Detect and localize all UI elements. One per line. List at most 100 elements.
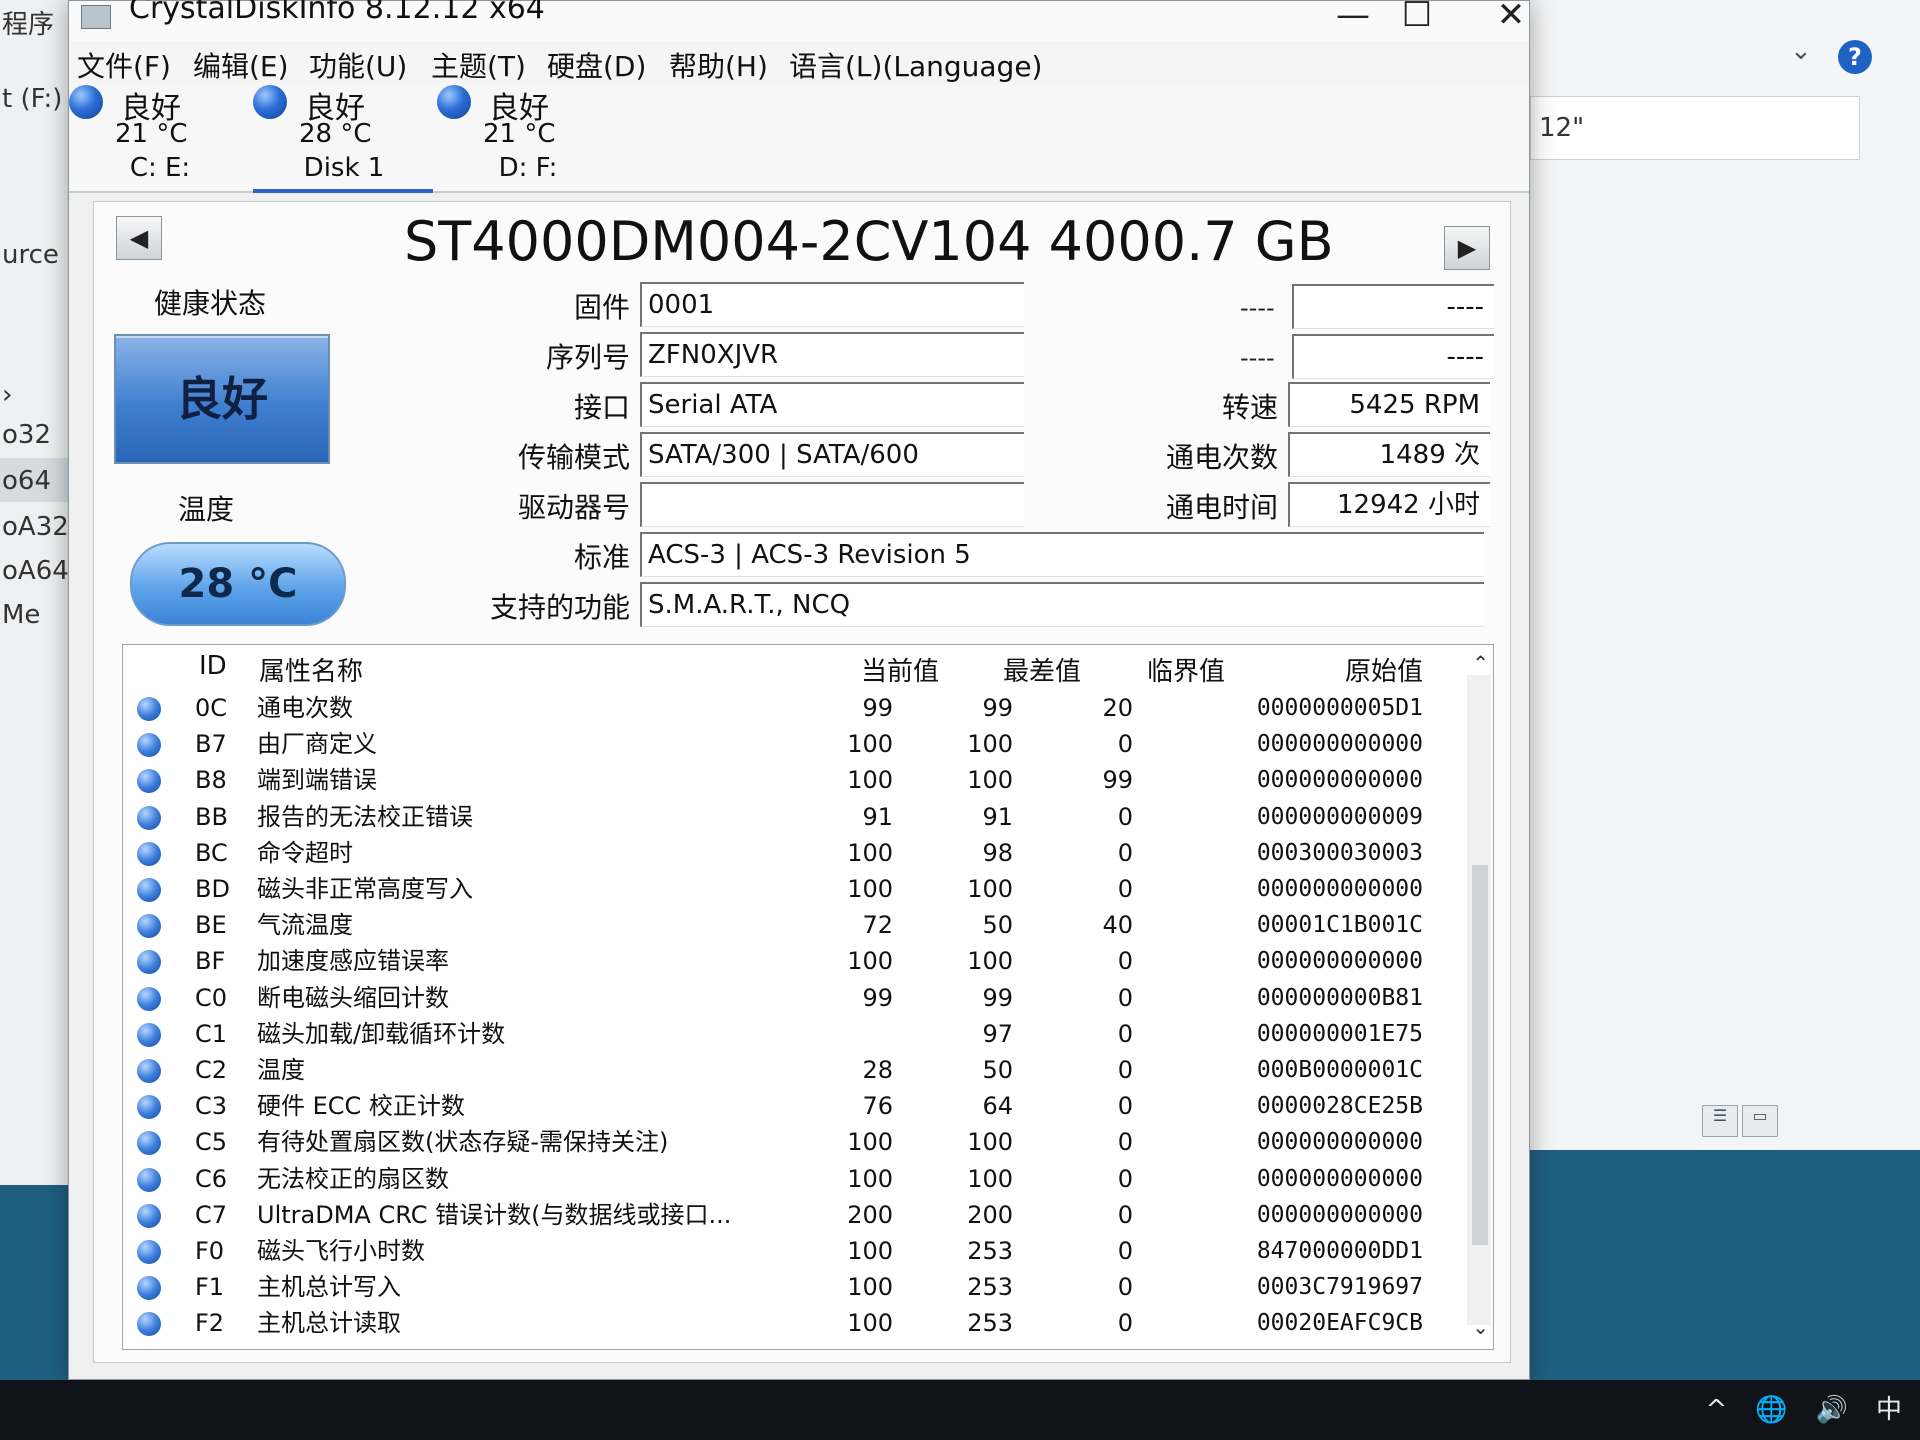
nav-item[interactable]: Me [2, 600, 40, 630]
table-row[interactable]: C5 有待处置扇区数(状态存疑-需保持关注) 100 100 0 000000000000 [123, 1125, 1463, 1159]
nav-item[interactable]: urce [2, 240, 59, 270]
cell-id: C6 [195, 1164, 228, 1193]
menu-help[interactable]: 帮助(H) [669, 45, 768, 85]
table-row[interactable]: BB 报告的无法校正错误 91 91 0 000000000009 [123, 800, 1463, 834]
status-dot-icon [137, 914, 161, 939]
health-value: 良好 [176, 372, 268, 426]
table-row[interactable]: BD 磁头非正常高度写入 100 100 0 000000000000 [123, 872, 1463, 906]
col-current[interactable]: 当前值 [861, 651, 939, 688]
cell-threshold: 0 [1117, 802, 1133, 831]
scroll-up-icon[interactable]: ⌃ [1472, 651, 1489, 675]
table-row[interactable]: C3 硬件 ECC 校正计数 76 64 0 0000028CE25B [123, 1089, 1463, 1123]
table-row[interactable]: B8 端到端错误 100 100 99 000000000000 [123, 763, 1463, 797]
table-row[interactable]: C2 温度 28 50 0 000B0000001C [123, 1053, 1463, 1087]
next-disk-button[interactable]: ▶ [1444, 226, 1490, 270]
cell-worst: 97 [982, 1019, 1013, 1048]
chevron-down-icon[interactable]: ⌄ [1790, 36, 1812, 66]
status-dot-icon [137, 1059, 161, 1083]
prev-disk-button[interactable]: ◀ [116, 216, 162, 260]
drive-label: D: F: [498, 153, 558, 183]
cell-threshold: 0 [1117, 947, 1133, 976]
help-icon[interactable]: ? [1838, 40, 1872, 74]
cell-name: 加速度感应错误率 [257, 947, 449, 976]
nav-item[interactable]: oA32 [2, 512, 69, 542]
nav-item[interactable]: oA64 [2, 556, 69, 586]
transfer-mode-value: SATA/300 | SATA/600 [640, 432, 1024, 477]
table-row[interactable]: C1 磁头加载/卸载循环计数 97 0 000000001E75 [123, 1017, 1463, 1051]
cell-worst: 50 [982, 1056, 1013, 1084]
table-row[interactable]: F2 主机总计读取 100 253 0 00020EAFC9CB [123, 1306, 1463, 1340]
cell-current: 100 [847, 766, 893, 795]
table-row[interactable]: B7 由厂商定义 100 100 0 000000000000 [123, 727, 1463, 761]
close-button[interactable]: ✕ [1481, 0, 1541, 35]
cell-raw: 000000001E75 [1256, 1020, 1423, 1047]
cell-worst: 100 [967, 766, 1013, 795]
table-row[interactable]: BE 气流温度 72 50 40 00001C1B001C [123, 908, 1463, 942]
disk-info-panel: ◀ ▶ ST4000DM004-2CV104 4000.7 GB 健康状态 良好… [93, 201, 1511, 1363]
scrollbar-thumb[interactable] [1472, 865, 1488, 1245]
cell-worst: 91 [982, 802, 1013, 831]
drive-tab-ce[interactable]: 良好 21 °C C: E: [69, 85, 249, 189]
menu-language[interactable]: 语言(L)(Language) [789, 45, 1042, 85]
disk-title: ST4000DM004-2CV104 4000.7 GB [404, 210, 1334, 273]
table-row[interactable]: C7 UltraDMA CRC 错误计数(与数据线或接口... 200 200 0 000… [123, 1198, 1463, 1232]
title-bar[interactable]: CrystalDiskInfo 8.12.12 x64 — ☐ ✕ [69, 0, 1529, 41]
menu-theme[interactable]: 主题(T) [431, 45, 526, 85]
nav-item[interactable]: o64 [2, 466, 51, 496]
col-worst[interactable]: 最差值 [1003, 651, 1081, 688]
menu-function[interactable]: 功能(U) [309, 45, 407, 85]
drive-temp: 21 °C [115, 119, 188, 149]
cell-raw: 000000000000 [1256, 1201, 1423, 1228]
cell-raw: 00001C1B001C [1256, 912, 1423, 939]
cell-current: 100 [847, 1309, 893, 1338]
table-row[interactable]: BF 加速度感应错误率 100 100 0 000000000000 [123, 944, 1463, 978]
col-id[interactable]: ID [199, 651, 227, 681]
table-row[interactable]: F1 主机总计写入 100 253 0 0003C7919697 [123, 1270, 1463, 1304]
maximize-button[interactable]: ☐ [1387, 0, 1447, 35]
health-status-button[interactable]: 良好 [114, 334, 330, 464]
cell-id: BE [195, 911, 227, 940]
cell-current: 200 [847, 1200, 893, 1229]
nav-item[interactable]: o32 [2, 420, 51, 450]
table-row[interactable]: 0C 通电次数 99 99 20 0000000005D1 [123, 691, 1463, 725]
details-view-icon[interactable]: ☰ [1702, 1105, 1738, 1137]
tray-overflow-icon[interactable]: ^ [1705, 1388, 1727, 1432]
cell-raw: 000000000000 [1256, 1165, 1423, 1192]
cell-id: B8 [195, 766, 227, 795]
nav-item[interactable]: t (F:) [2, 84, 62, 114]
temperature-button[interactable]: 28 °C [130, 542, 346, 626]
table-row[interactable]: C6 无法校正的扇区数 100 100 0 000000000000 [123, 1162, 1463, 1196]
preview-pane-icon[interactable]: ▭ [1742, 1105, 1778, 1137]
cell-threshold: 0 [1117, 1309, 1133, 1338]
cell-id: C3 [195, 1092, 228, 1121]
col-name[interactable]: 属性名称 [259, 651, 363, 688]
table-row[interactable]: BC 命令超时 100 98 0 000300030003 [123, 836, 1463, 870]
status-dot-icon [137, 1131, 161, 1156]
col-threshold[interactable]: 临界值 [1147, 651, 1225, 688]
menu-disk[interactable]: 硬盘(D) [547, 45, 646, 85]
table-row[interactable]: F0 磁头飞行小时数 100 253 0 847000000DD1 [123, 1234, 1463, 1268]
status-dot-icon [137, 1203, 161, 1228]
table-row[interactable]: C0 断电磁头缩回计数 99 99 0 000000000B81 [123, 981, 1463, 1015]
minimize-button[interactable]: — [1323, 0, 1383, 35]
nav-item[interactable]: 程序 [2, 4, 54, 41]
menu-edit[interactable]: 编辑(E) [193, 45, 289, 85]
menu-file[interactable]: 文件(F) [77, 45, 171, 85]
status-dot-icon [253, 85, 287, 119]
health-label: 健康状态 [154, 287, 267, 320]
scroll-down-icon[interactable]: ⌄ [1472, 1315, 1489, 1339]
interface-value: Serial ATA [640, 382, 1024, 427]
power-hours-label: 通电时间 [1165, 491, 1278, 524]
network-icon[interactable]: 🌐 [1755, 1388, 1787, 1432]
nav-item[interactable]: › [2, 380, 12, 410]
volume-icon[interactable]: 🔊 [1816, 1388, 1848, 1432]
address-field[interactable]: 12" [1530, 96, 1860, 160]
cell-id: C7 [195, 1200, 228, 1229]
drive-tab-disk1[interactable]: 良好 28 °C Disk 1 [253, 85, 433, 193]
cell-id: C2 [195, 1056, 228, 1084]
cell-name: 报告的无法校正错误 [257, 802, 473, 831]
input-method-indicator[interactable]: 中 [1876, 1388, 1902, 1432]
drive-tab-df[interactable]: 良好 21 °C D: F: [437, 85, 617, 189]
col-raw[interactable]: 原始值 [1345, 651, 1423, 688]
cell-name: 磁头飞行小时数 [257, 1237, 425, 1265]
